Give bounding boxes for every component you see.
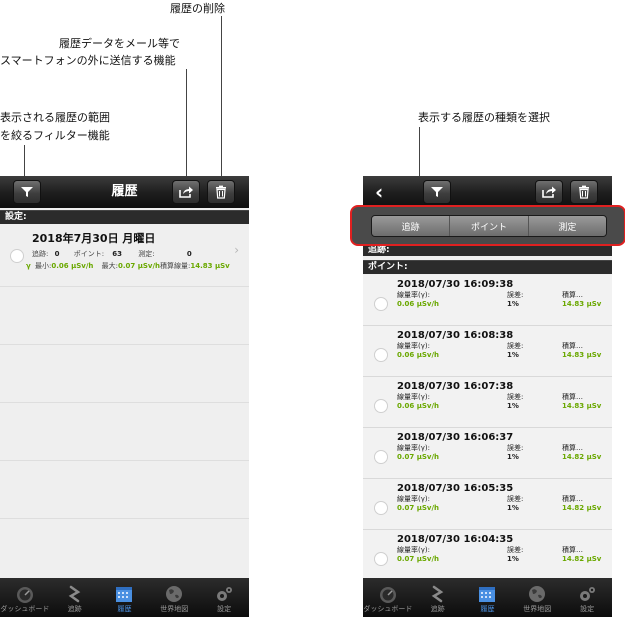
left-navbar: 履歴 [0,176,249,208]
history-type-selector-highlight: 追跡 ポイント 測定 [350,205,625,246]
list-item[interactable]: 2018/07/30 16:06:37 線量率(γ): 0.07 μSv/h 誤差… [363,428,612,479]
tab-history[interactable]: 履歴 [463,578,513,617]
section-point: ポイント: [363,260,612,274]
history-item[interactable]: 2018年7月30日 月曜日 追跡: 0 ポイント: 63 測定: 0 γ 最小… [0,225,249,284]
annotation-filter-2: を絞るフィルター機能 [0,129,110,142]
track-icon [68,585,81,603]
delete-button[interactable] [570,180,598,204]
right-tab-bar: ダッシュボード 追跡 履歴 世界地図 設定 [363,578,612,617]
filter-button[interactable] [13,180,41,204]
segment-point[interactable]: ポイント [449,216,528,236]
select-circle[interactable] [374,348,388,362]
divider [0,518,249,519]
globe-icon [166,586,183,602]
select-circle[interactable] [374,297,388,311]
tab-track[interactable]: 追跡 [50,578,100,617]
track-icon [431,585,444,603]
select-circle[interactable] [374,450,388,464]
tab-dashboard[interactable]: ダッシュボード [363,578,413,617]
right-navbar: ‹ [363,176,612,208]
share-icon [179,186,193,198]
section-settings: 設定: [0,210,249,224]
delete-button[interactable] [207,180,235,204]
chevron-right-icon: › [234,243,239,257]
history-values: γ 最小:0.06 μSv/h 最大:0.07 μSv/h積算線量:14.83 … [26,262,230,270]
select-circle[interactable] [10,249,24,263]
annotation-line-delete [221,16,222,184]
filter-icon [431,187,443,197]
calendar-icon [479,587,496,602]
list-item[interactable]: 2018/07/30 16:05:35 線量率(γ): 0.07 μSv/h 誤差… [363,479,612,530]
segment-measure[interactable]: 測定 [527,216,606,236]
select-circle[interactable] [374,552,388,566]
tab-settings[interactable]: 設定 [562,578,612,617]
divider [0,286,249,287]
trash-icon [579,185,589,199]
back-button[interactable]: ‹ [375,179,383,205]
tab-track[interactable]: 追跡 [413,578,463,617]
point-entry-list: 2018/07/30 16:09:38 線量率(γ): 0.06 μSv/h 誤差… [363,275,612,578]
list-item[interactable]: 2018/07/30 16:04:35 線量率(γ): 0.07 μSv/h 誤差… [363,530,612,578]
history-type-segmented-control: 追跡 ポイント 測定 [371,215,607,237]
filter-icon [21,187,33,197]
select-circle[interactable] [374,399,388,413]
tab-settings[interactable]: 設定 [199,578,249,617]
export-button[interactable] [535,180,563,204]
select-circle[interactable] [374,501,388,515]
tab-world-map[interactable]: 世界地図 [149,578,199,617]
tab-world-map[interactable]: 世界地図 [512,578,562,617]
share-icon [542,186,556,198]
annotation-export-1: 履歴データをメール等で [59,37,180,50]
filter-button[interactable] [423,180,451,204]
history-date: 2018年7月30日 月曜日 [32,232,156,245]
trash-icon [216,185,226,199]
left-tab-bar: ダッシュボード 追跡 履歴 世界地図 設定 [0,578,249,617]
annotation-delete: 履歴の削除 [170,2,225,15]
divider [0,402,249,403]
globe-icon [529,586,546,602]
export-button[interactable] [172,180,200,204]
list-item[interactable]: 2018/07/30 16:09:38 線量率(γ): 0.06 μSv/h 誤差… [363,275,612,326]
annotation-line-export [186,69,187,184]
tab-dashboard[interactable]: ダッシュボード [0,578,50,617]
tab-history[interactable]: 履歴 [100,578,150,617]
divider [0,344,249,345]
calendar-icon [116,587,133,602]
gear-icon [580,587,596,601]
history-counts: 追跡: 0 ポイント: 63 測定: 0 [32,250,192,258]
gauge-icon [16,587,33,603]
annotation-type-select: 表示する履歴の種類を選択 [418,111,550,124]
gear-icon [217,587,233,601]
annotation-export-2: スマートフォンの外に送信する機能 [0,54,176,67]
divider [0,460,249,461]
gauge-icon [379,587,396,603]
list-item[interactable]: 2018/07/30 16:07:38 線量率(γ): 0.06 μSv/h 誤差… [363,377,612,428]
annotation-filter-1: 表示される履歴の範囲 [0,111,110,124]
left-phone-screen: 履歴 設定: 2018年7月30日 月曜日 追跡: 0 ポイント: 63 測定:… [0,176,249,617]
list-item[interactable]: 2018/07/30 16:08:38 線量率(γ): 0.06 μSv/h 誤差… [363,326,612,377]
segment-track[interactable]: 追跡 [372,216,450,236]
